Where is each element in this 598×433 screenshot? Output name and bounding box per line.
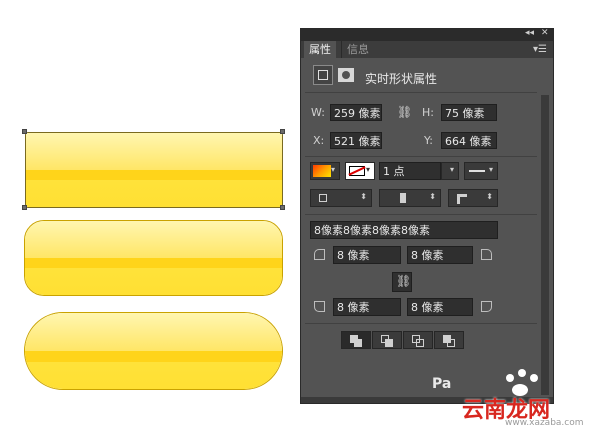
fill-swatch-icon	[313, 165, 331, 177]
link-corners-button[interactable]: ⛓	[392, 272, 412, 292]
watermark-logo: Pa	[432, 376, 452, 392]
panel-menu-icon[interactable]: ▾☰	[533, 41, 547, 58]
watermark-url: www.xazaba.com	[505, 418, 584, 428]
shape-bottom-band	[25, 268, 282, 295]
shape-mask-toggle-button[interactable]	[313, 65, 333, 85]
stroke-corners-dropdown[interactable]: ⬍	[448, 189, 498, 207]
transform-handle-bottom-right[interactable]	[280, 205, 285, 210]
stroke-width-dropdown[interactable]: ▾	[441, 162, 459, 180]
paw-watermark-icon	[506, 374, 514, 382]
shape-bottom-band	[25, 361, 282, 389]
transform-handle-top-left[interactable]	[22, 129, 27, 134]
corner-bottom-right-icon	[481, 301, 492, 312]
x-label: X:	[313, 134, 325, 147]
corner-bottom-right-field[interactable]: 8 像素	[407, 298, 473, 316]
transform-handle-bottom-left[interactable]	[22, 205, 27, 210]
mask-icon[interactable]	[338, 68, 354, 82]
shape-mid-band	[26, 170, 282, 181]
corner-radius-all-field[interactable]: 8像素8像素8像素8像素	[310, 221, 498, 239]
stroke-width-field[interactable]: 1 点	[379, 162, 441, 180]
width-field[interactable]: 259 像素	[330, 104, 382, 121]
properties-panel: ◂◂ ✕ 属性 信息 ▾☰ 实时形状属性 W: 259 像素 ⛓ H: 75 像…	[300, 28, 554, 404]
exclude-overlap-button[interactable]	[434, 331, 464, 349]
divider	[305, 92, 537, 93]
fill-color-dropdown[interactable]: ▾	[310, 162, 340, 180]
width-label: W:	[311, 106, 325, 119]
panel-section-title: 实时形状属性	[365, 72, 438, 86]
y-label: Y:	[424, 134, 433, 147]
stroke-swatch-icon	[348, 166, 366, 176]
corner-bottom-left-icon	[314, 301, 325, 312]
stroke-caps-dropdown[interactable]: ⬍	[379, 189, 441, 207]
shape-highlight-band	[26, 133, 282, 170]
x-field[interactable]: 521 像素	[330, 132, 382, 149]
height-field[interactable]: 75 像素	[441, 104, 497, 121]
panel-title-bar: ◂◂ ✕	[301, 28, 553, 41]
shape-bottom-band	[26, 180, 282, 207]
stroke-caps-icon	[400, 193, 406, 203]
shape-mid-band	[25, 351, 282, 362]
collapse-icon[interactable]: ◂◂	[525, 28, 534, 38]
tab-info[interactable]: 信息	[341, 41, 374, 58]
y-field[interactable]: 664 像素	[441, 132, 497, 149]
divider	[305, 214, 537, 215]
transform-handle-top-right[interactable]	[280, 129, 285, 134]
shape-highlight-band	[25, 313, 282, 351]
close-icon[interactable]: ✕	[541, 28, 549, 38]
exclude-overlap-icon	[447, 339, 455, 347]
link-icon: ⛓	[396, 274, 412, 288]
stroke-align-dropdown[interactable]: ⬍	[310, 189, 372, 207]
rounded-rectangle-shape[interactable]	[24, 220, 283, 296]
rectangle-icon	[318, 70, 328, 80]
line-style-icon	[469, 170, 485, 172]
stroke-corners-icon	[457, 194, 467, 204]
link-proportions-icon[interactable]: ⛓	[397, 105, 412, 119]
corner-top-left-icon	[314, 249, 325, 260]
intersect-shapes-icon	[416, 339, 424, 347]
panel-scrollbar[interactable]	[541, 95, 549, 395]
tab-properties[interactable]: 属性	[304, 41, 336, 58]
corner-top-left-field[interactable]: 8 像素	[333, 246, 401, 264]
divider	[305, 156, 537, 157]
pill-shape[interactable]	[24, 312, 283, 390]
shape-highlight-band	[25, 221, 282, 258]
stroke-type-dropdown[interactable]: ▾	[464, 162, 498, 180]
divider	[305, 323, 537, 324]
stroke-align-icon	[319, 194, 327, 202]
intersect-shapes-button[interactable]	[403, 331, 433, 349]
corner-top-right-field[interactable]: 8 像素	[407, 246, 473, 264]
panel-tabs: 属性 信息 ▾☰	[301, 41, 553, 58]
shape-mid-band	[25, 258, 282, 269]
combine-shapes-icon	[354, 339, 362, 347]
rectangle-shape-selected[interactable]	[25, 132, 283, 208]
combine-shapes-button[interactable]	[341, 331, 371, 349]
corner-top-right-icon	[481, 249, 492, 260]
stroke-color-dropdown[interactable]: ▾	[345, 162, 375, 180]
subtract-shape-icon	[385, 339, 393, 347]
subtract-shape-button[interactable]	[372, 331, 402, 349]
corner-bottom-left-field[interactable]: 8 像素	[333, 298, 401, 316]
height-label: H:	[422, 106, 434, 119]
